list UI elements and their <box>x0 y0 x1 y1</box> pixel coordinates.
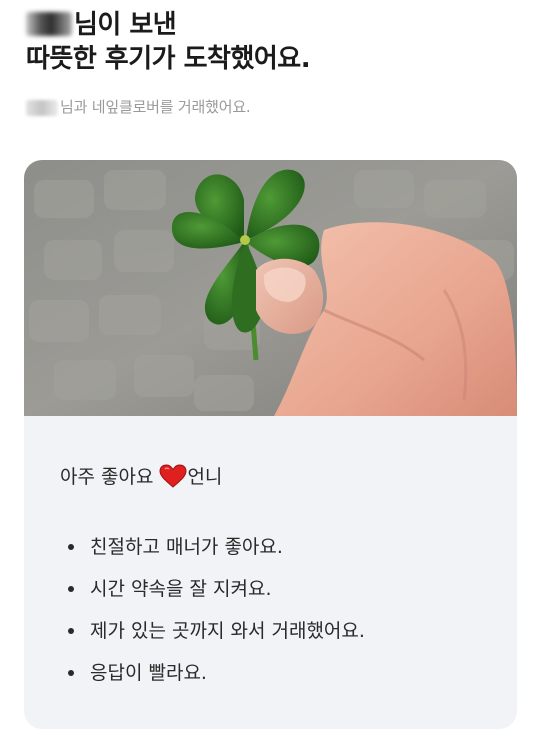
review-tag: 응답이 빨라요. <box>68 652 365 694</box>
review-body: 아주 좋아요 언니 친절하고 매너가 좋아요. 시간 약속을 잘 지켜요. 제가… <box>24 416 517 729</box>
bullet-icon <box>68 628 74 634</box>
bullet-icon <box>68 670 74 676</box>
review-tag: 제가 있는 곳까지 와서 거래했어요. <box>68 610 365 652</box>
review-card: 아주 좋아요 언니 친절하고 매너가 좋아요. 시간 약속을 잘 지켜요. 제가… <box>24 160 517 729</box>
review-tag: 시간 약속을 잘 지켜요. <box>68 568 365 610</box>
review-header: 님이 보낸 따뜻한 후기가 도착했어요. <box>26 8 526 76</box>
title-line-1: 님이 보낸 <box>26 8 526 42</box>
headline-text-start: 아주 좋아요 <box>60 466 154 488</box>
review-tag-list: 친절하고 매너가 좋아요. 시간 약속을 잘 지켜요. 제가 있는 곳까지 와서… <box>68 526 365 694</box>
blurred-sender-name <box>26 11 72 36</box>
trade-subtitle-text: 님과 네잎클로버를 거래했어요. <box>60 98 251 116</box>
blurred-sender-name-small <box>26 99 58 116</box>
bullet-icon <box>68 586 74 592</box>
heart-icon <box>159 463 187 488</box>
review-page: 님이 보낸 따뜻한 후기가 도착했어요. 님과 네잎클로버를 거래했어요. 아주… <box>0 0 540 733</box>
four-leaf-clover-photo-icon <box>24 160 517 416</box>
title-line-1-text: 님이 보낸 <box>74 10 177 40</box>
bullet-icon <box>68 544 74 550</box>
review-headline: 아주 좋아요 언니 <box>60 462 222 489</box>
trade-subtitle: 님과 네잎클로버를 거래했어요. <box>26 96 251 117</box>
headline-text-end: 언니 <box>187 466 223 488</box>
review-tag: 친절하고 매너가 좋아요. <box>68 526 365 568</box>
title-line-2: 따뜻한 후기가 도착했어요. <box>26 44 311 74</box>
review-photo[interactable] <box>24 160 517 416</box>
